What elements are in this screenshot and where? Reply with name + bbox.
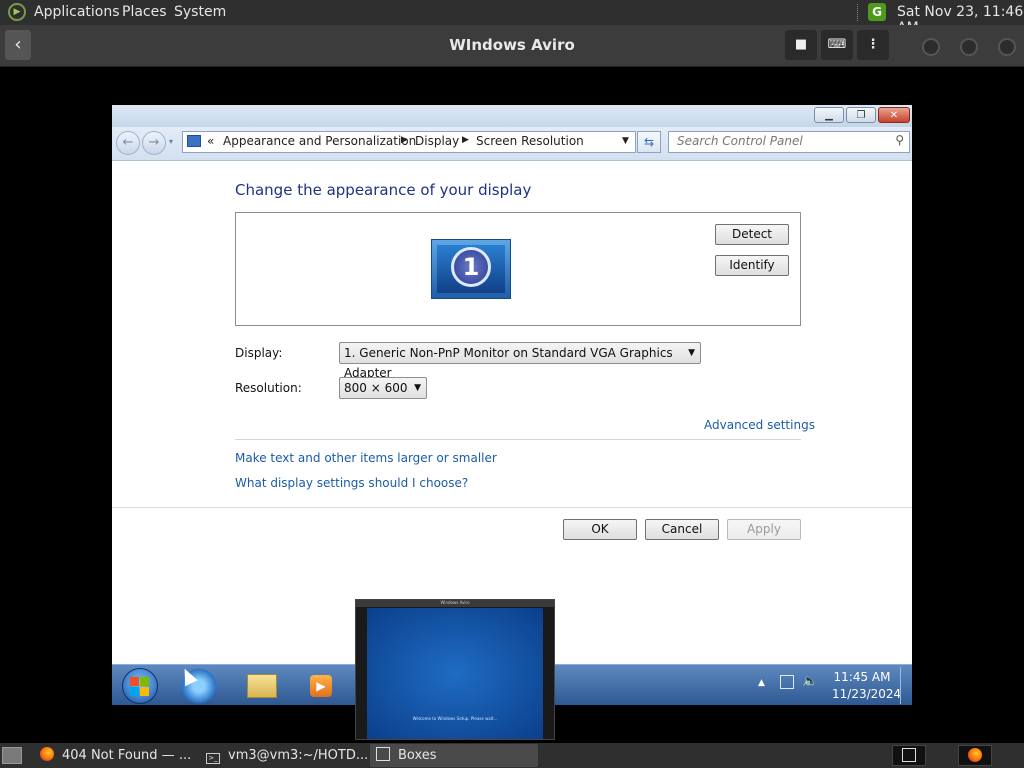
boxes-workspace-icon[interactable] bbox=[892, 745, 926, 766]
windows-date: 11/23/2024 bbox=[832, 687, 902, 701]
keyboard-send-icon[interactable]: ⌨ bbox=[821, 30, 853, 60]
flag-red bbox=[130, 677, 139, 686]
control-panel-icon bbox=[187, 135, 201, 147]
display-label: Display: bbox=[235, 346, 283, 360]
address-dropdown-icon[interactable]: ▼ bbox=[622, 136, 629, 146]
preview-titlebar: Windows Aviro bbox=[356, 600, 554, 607]
explorer-folder-icon[interactable] bbox=[237, 668, 285, 704]
chevron-down-icon: ▼ bbox=[414, 383, 421, 393]
system-menu[interactable]: System bbox=[174, 4, 226, 20]
breadcrumb-screen-resolution[interactable]: Screen Resolution bbox=[476, 134, 584, 148]
update-notifier-icon[interactable]: G bbox=[868, 3, 886, 21]
address-bar[interactable]: « Appearance and Personalization ▶ Displ… bbox=[182, 131, 636, 153]
resolution-select-value: 800 × 600 bbox=[344, 381, 408, 395]
menu-dots-icon[interactable]: ⋮ bbox=[857, 30, 889, 60]
monitor-arrangement-area[interactable]: 1 Detect Identify bbox=[235, 212, 801, 326]
gnome-foot-icon[interactable]: ▶ bbox=[8, 3, 26, 21]
back-nav-icon[interactable]: ← bbox=[116, 131, 140, 155]
show-desktop-icon[interactable] bbox=[2, 747, 22, 764]
display-help-link[interactable]: What display settings should I choose? bbox=[235, 476, 468, 490]
detect-button[interactable]: Detect bbox=[715, 224, 789, 245]
breadcrumb-arrow-icon[interactable]: ▶ bbox=[401, 135, 408, 145]
close-circle-icon[interactable] bbox=[998, 38, 1016, 56]
window-titlebar[interactable]: ▁ ❐ ✕ bbox=[112, 105, 912, 127]
task-terminal-label: vm3@vm3:~/HOTD... bbox=[228, 748, 369, 763]
media-player-icon[interactable]: ▶ bbox=[299, 668, 347, 704]
breadcrumb-arrow-icon[interactable]: ▶ bbox=[462, 135, 469, 145]
search-input[interactable]: Search Control Panel ⚲ bbox=[668, 131, 910, 153]
vm-title: WIndows Aviro bbox=[449, 36, 575, 54]
panel-separator bbox=[857, 4, 860, 21]
preview-screen: Welcome to Windows Setup. Please wait... bbox=[367, 608, 543, 739]
task-boxes-label: Boxes bbox=[398, 748, 437, 763]
resolution-select[interactable]: 800 × 600 ▼ bbox=[339, 377, 427, 399]
back-arrow-icon[interactable]: ‹ bbox=[5, 30, 31, 60]
volume-icon[interactable]: 🔈 bbox=[802, 674, 818, 689]
search-placeholder: Search Control Panel bbox=[677, 134, 803, 148]
chevron-down-icon: ▼ bbox=[688, 348, 695, 358]
flag-yellow bbox=[140, 687, 149, 696]
display-select[interactable]: 1. Generic Non-PnP Monitor on Standard V… bbox=[339, 342, 701, 380]
preview-title: Windows Aviro bbox=[440, 600, 470, 605]
monitor-number: 1 bbox=[451, 247, 491, 287]
boxes-icon bbox=[376, 747, 390, 761]
windows-time: 11:45 AM bbox=[833, 670, 891, 684]
monitor-1-icon[interactable]: 1 bbox=[431, 239, 511, 299]
places-menu[interactable]: Places bbox=[122, 4, 167, 20]
minimize-icon[interactable]: ▁ bbox=[814, 107, 844, 123]
start-button-icon[interactable] bbox=[122, 668, 158, 704]
flag-green bbox=[140, 677, 149, 686]
preview-caption: Welcome to Windows Setup. Please wait... bbox=[412, 716, 498, 721]
monitor-screen: 1 bbox=[437, 245, 505, 293]
refresh-icon[interactable]: ⇆ bbox=[637, 131, 661, 153]
page-heading: Change the appearance of your display bbox=[235, 181, 532, 199]
firefox-icon bbox=[40, 747, 54, 761]
navigation-bar: ← → ▾ « Appearance and Personalization ▶… bbox=[112, 127, 912, 161]
breadcrumb-overflow[interactable]: « bbox=[207, 134, 214, 148]
footer-divider bbox=[112, 507, 912, 508]
boxes-icon bbox=[902, 748, 916, 762]
ok-button[interactable]: OK bbox=[563, 519, 637, 540]
boxes-headerbar: ‹ WIndows Aviro ■ ⌨ ⋮ bbox=[0, 25, 1024, 67]
breadcrumb-appearance[interactable]: Appearance and Personalization bbox=[223, 134, 416, 148]
show-desktop-button[interactable] bbox=[900, 667, 911, 704]
search-icon[interactable]: ⚲ bbox=[895, 133, 904, 147]
top-panel: ▶ Applications Places System G Sat Nov 2… bbox=[0, 0, 1024, 36]
maximize-circle-icon[interactable] bbox=[960, 38, 978, 56]
task-firefox-label: 404 Not Found — ... bbox=[62, 748, 192, 763]
forward-nav-icon[interactable]: → bbox=[142, 131, 166, 155]
terminal-icon: >_ bbox=[206, 753, 220, 764]
windows-clock[interactable]: 11:45 AM 11/23/2024 bbox=[832, 669, 902, 703]
network-icon[interactable] bbox=[780, 675, 794, 689]
firefox-workspace-icon[interactable] bbox=[958, 745, 992, 766]
apply-button[interactable]: Apply bbox=[727, 519, 801, 540]
show-hidden-icons-icon[interactable]: ▲ bbox=[758, 678, 765, 688]
bottom-panel: 404 Not Found — ... >_ vm3@vm3:~/HOTD... … bbox=[0, 743, 1024, 768]
firefox-icon bbox=[968, 748, 982, 762]
recent-pages-icon[interactable]: ▾ bbox=[169, 137, 173, 146]
window-preview-thumbnail[interactable]: Windows Aviro Welcome to Windows Setup. … bbox=[355, 599, 555, 740]
folder-shape bbox=[247, 674, 277, 698]
play-icon: ▶ bbox=[310, 675, 332, 697]
task-boxes[interactable]: Boxes bbox=[370, 744, 538, 767]
applications-menu[interactable]: Applications bbox=[34, 4, 120, 20]
task-terminal[interactable]: >_ vm3@vm3:~/HOTD... bbox=[200, 744, 372, 767]
text-size-link[interactable]: Make text and other items larger or smal… bbox=[235, 451, 497, 465]
divider bbox=[235, 439, 801, 440]
flag-blue bbox=[130, 687, 139, 696]
close-icon[interactable]: ✕ bbox=[878, 107, 910, 123]
identify-button[interactable]: Identify bbox=[715, 255, 789, 276]
task-firefox[interactable]: 404 Not Found — ... bbox=[34, 744, 200, 767]
advanced-settings-link[interactable]: Advanced settings bbox=[704, 418, 815, 432]
screen-resolution-page: Change the appearance of your display 1 … bbox=[112, 161, 912, 608]
stop-icon[interactable]: ■ bbox=[785, 30, 817, 60]
breadcrumb-display[interactable]: Display bbox=[415, 134, 459, 148]
restore-icon[interactable]: ❐ bbox=[846, 107, 876, 123]
minimize-circle-icon[interactable] bbox=[922, 38, 940, 56]
cancel-button[interactable]: Cancel bbox=[645, 519, 719, 540]
resolution-label: Resolution: bbox=[235, 381, 302, 395]
